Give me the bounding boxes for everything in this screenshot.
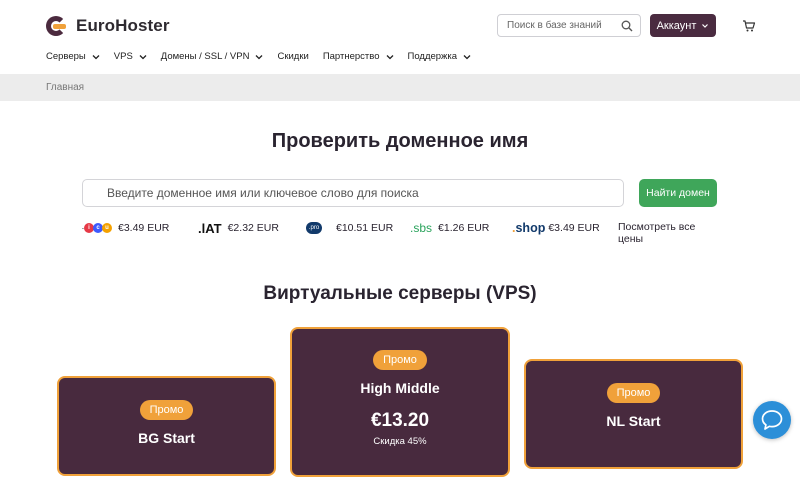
knowledge-search	[497, 14, 641, 37]
vps-card-high-middle[interactable]: Промо High Middle €13.20 Скидка 45%	[290, 327, 510, 477]
nav-item-vps[interactable]: VPS	[114, 51, 147, 62]
vps-card-title: BG Start	[138, 430, 195, 446]
site-header: EuroHoster Аккаунт Серверы VPS Домены / …	[0, 0, 800, 74]
chat-widget-button[interactable]	[753, 401, 791, 439]
nav-item-support[interactable]: Поддержка	[408, 51, 472, 62]
tld-price: €3.49 EUR	[548, 222, 600, 234]
vps-card-discount: Скидка 45%	[373, 436, 427, 447]
chevron-down-icon	[463, 54, 471, 59]
icu-logo: . i c u	[81, 223, 112, 233]
pro-logo: .pro	[306, 222, 322, 234]
chevron-down-icon	[92, 54, 100, 59]
shop-logo: .shop	[512, 221, 546, 235]
tld-item-icu[interactable]: . i c u €3.49 EUR	[81, 219, 170, 237]
chevron-down-icon	[386, 54, 393, 59]
tld-price-list: . i c u €3.49 EUR .lAT €2.32 EUR .pro €1…	[81, 219, 718, 245]
nav-label: Партнерство	[322, 51, 380, 62]
breadcrumb-home[interactable]: Главная	[46, 82, 84, 93]
tld-item-lat[interactable]: .lAT €2.32 EUR	[198, 219, 279, 237]
vps-card-title: High Middle	[360, 380, 440, 396]
cart-icon[interactable]	[742, 19, 756, 33]
tld-price: €10.51 EUR	[336, 222, 394, 234]
domain-search-box	[82, 179, 624, 207]
vps-card-nl-start[interactable]: Промо NL Start	[524, 359, 743, 469]
logo-text: EuroHoster	[76, 16, 170, 35]
vps-card-price: €13.20	[370, 410, 430, 431]
chat-bubble-icon	[761, 410, 783, 430]
domain-search-title: Проверить доменное имя	[271, 130, 529, 152]
chevron-down-icon	[139, 54, 147, 59]
logo-icon	[46, 15, 68, 37]
domain-search-input[interactable]	[83, 180, 623, 206]
find-domain-button[interactable]: Найти домен	[639, 179, 717, 207]
tld-item-sbs[interactable]: .sbs €1.26 EUR	[410, 219, 489, 237]
nav-item-domains[interactable]: Домены / SSL / VPN	[161, 51, 264, 62]
nav-label: VPS	[113, 51, 133, 62]
chevron-down-icon	[256, 54, 263, 59]
sbs-logo: .sbs	[410, 221, 433, 235]
tld-price: €1.26 EUR	[438, 222, 490, 234]
nav-item-partnership[interactable]: Партнерство	[323, 51, 394, 62]
tld-price: €3.49 EUR	[118, 222, 170, 234]
promo-badge: Промо	[606, 383, 661, 403]
nav-label: Серверы	[46, 51, 86, 62]
promo-badge: Промо	[139, 400, 194, 420]
nav-label: Поддержка	[407, 51, 458, 62]
vps-section-title: Виртуальные серверы (VPS)	[263, 283, 537, 304]
promo-badge: Промо	[373, 350, 427, 370]
tld-item-pro[interactable]: .pro €10.51 EUR	[306, 219, 393, 237]
nav-item-discounts[interactable]: Скидки	[277, 51, 308, 62]
tld-price: €2.32 EUR	[227, 222, 279, 234]
logo[interactable]: EuroHoster	[46, 13, 170, 39]
chevron-down-icon	[702, 23, 709, 28]
account-button[interactable]: Аккаунт	[650, 14, 716, 37]
search-input[interactable]	[498, 20, 618, 31]
account-label: Аккаунт	[656, 19, 697, 32]
see-all-prices-link[interactable]: Посмотреть все цены	[618, 221, 718, 245]
lat-logo: .lAT	[198, 220, 222, 236]
nav-label: Домены / SSL / VPN	[160, 51, 250, 62]
search-icon[interactable]	[621, 20, 633, 32]
nav-label: Скидки	[277, 51, 309, 62]
main-nav: Серверы VPS Домены / SSL / VPN Скидки Па…	[46, 51, 485, 62]
breadcrumb: Главная	[0, 74, 800, 101]
vps-card-bg-start[interactable]: Промо BG Start	[57, 376, 276, 476]
nav-item-servers[interactable]: Серверы	[46, 51, 100, 62]
tld-item-shop[interactable]: .shop €3.49 EUR	[512, 219, 600, 237]
vps-card-title: NL Start	[606, 413, 661, 429]
